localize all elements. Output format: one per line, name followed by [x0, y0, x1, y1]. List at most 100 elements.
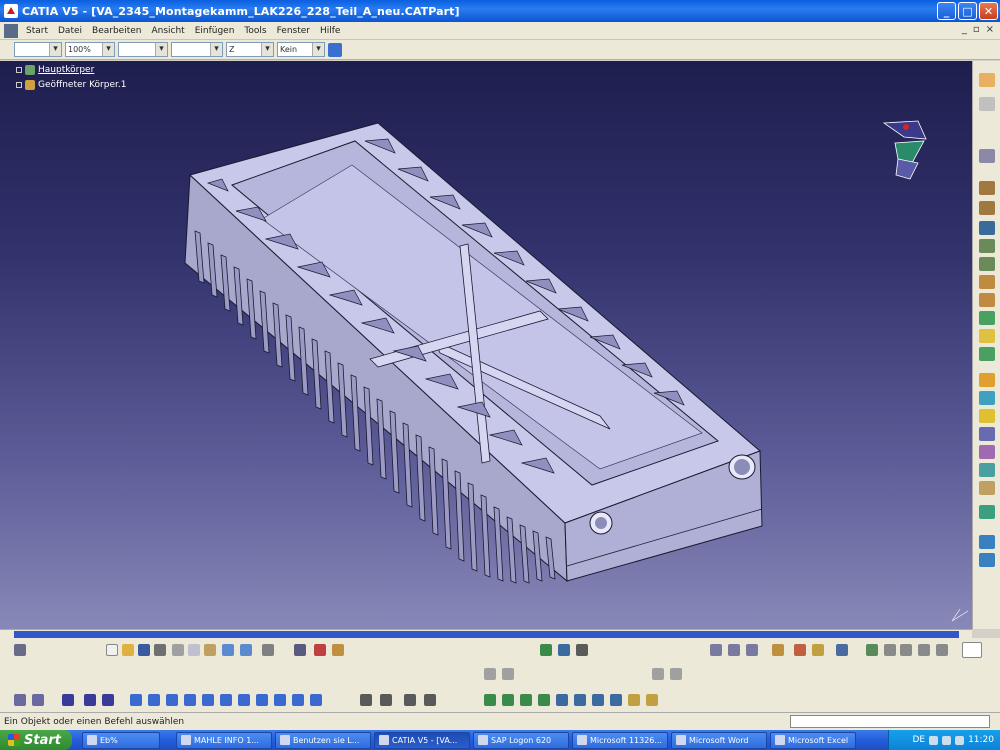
constraint-icon[interactable] — [866, 644, 878, 656]
stop-update-icon[interactable] — [314, 644, 326, 656]
new-file-icon[interactable] — [106, 644, 118, 656]
close-button[interactable]: ✕ — [979, 2, 998, 20]
menu-start[interactable]: Start — [21, 26, 53, 36]
swap-visible-icon[interactable] — [502, 668, 514, 680]
antivirus-icon[interactable] — [955, 735, 965, 745]
tree-expand-icon[interactable] — [16, 66, 22, 73]
paste-icon[interactable] — [204, 644, 216, 656]
taskbar-item-excel[interactable]: Microsoft Excel — [770, 731, 856, 749]
select-arrow-icon[interactable] — [979, 73, 995, 87]
dimension-icon[interactable] — [884, 644, 896, 656]
catia-logo-icon[interactable] — [962, 642, 982, 658]
grid-icon[interactable] — [576, 644, 588, 656]
rotate-icon[interactable] — [102, 694, 114, 706]
layer-combo[interactable]: Z — [226, 42, 274, 57]
anchor-icon[interactable] — [900, 644, 912, 656]
taskbar-item-benutzen[interactable]: Benutzen sie L... — [275, 731, 371, 749]
wireframe-ws-icon[interactable] — [520, 694, 532, 706]
thickness-combo[interactable] — [171, 42, 223, 57]
external-icon[interactable] — [332, 644, 344, 656]
analysis-ws-icon[interactable] — [574, 694, 586, 706]
groove-icon[interactable] — [979, 257, 995, 271]
pad-icon[interactable] — [979, 201, 995, 215]
zoom-combo[interactable]: 100% — [65, 42, 115, 57]
sketcher-ws-icon[interactable] — [502, 694, 514, 706]
compass-icon[interactable] — [882, 120, 927, 180]
menu-hilfe[interactable]: Hilfe — [315, 26, 345, 36]
render-ws-icon[interactable] — [628, 694, 640, 706]
font-combo[interactable] — [14, 42, 62, 57]
properties-icon[interactable] — [328, 42, 342, 57]
taskbar-item-sap[interactable]: SAP Logon 620 — [473, 731, 569, 749]
plane-icon[interactable] — [746, 644, 758, 656]
point-icon[interactable] — [710, 644, 722, 656]
hole-icon[interactable] — [979, 275, 995, 289]
copy-icon[interactable] — [188, 644, 200, 656]
doc-restore-icon[interactable]: ▫ — [973, 24, 980, 35]
doc-close-icon[interactable]: × — [986, 24, 994, 35]
apply-material-icon[interactable] — [836, 644, 848, 656]
kinematics-ws-icon[interactable] — [610, 694, 622, 706]
horizontal-scrollbar[interactable] — [0, 629, 972, 638]
chamfer-icon[interactable] — [979, 347, 995, 361]
hide-show-icon[interactable] — [484, 668, 496, 680]
maximize-button[interactable]: □ — [958, 2, 977, 20]
add-body-icon[interactable] — [979, 553, 995, 567]
shell-icon[interactable] — [979, 391, 995, 405]
draft-icon[interactable] — [979, 373, 995, 387]
menu-einfuegen[interactable]: Einfügen — [190, 26, 240, 36]
sketch-plane-icon[interactable] — [558, 644, 570, 656]
menu-ansicht[interactable]: Ansicht — [146, 26, 189, 36]
shading-edges-icon[interactable] — [380, 694, 392, 706]
query-icon[interactable] — [979, 97, 995, 111]
menu-bearbeiten[interactable]: Bearbeiten — [87, 26, 146, 36]
whats-this-icon[interactable] — [262, 644, 274, 656]
tree-node-geoeffneter-koerper[interactable]: Geöffneter Körper.1 — [16, 77, 126, 92]
top-view-icon[interactable] — [220, 694, 232, 706]
update-icon[interactable] — [294, 644, 306, 656]
sketch-icon[interactable] — [979, 181, 995, 195]
tree-expand-icon[interactable] — [16, 81, 22, 88]
menu-datei[interactable]: Datei — [53, 26, 87, 36]
thread-icon[interactable] — [979, 427, 995, 441]
shaft-icon[interactable] — [979, 239, 995, 253]
taskbar-item-word[interactable]: Microsoft Word — [671, 731, 767, 749]
taskbar-item-mahle[interactable]: MAHLE INFO 1... — [176, 731, 272, 749]
formula-icon[interactable] — [14, 694, 26, 706]
back-view-icon[interactable] — [292, 694, 304, 706]
thickness-icon[interactable] — [979, 409, 995, 423]
pocket-icon[interactable] — [979, 221, 995, 235]
fillet-icon[interactable] — [979, 329, 995, 343]
zoom-in-icon[interactable] — [130, 694, 142, 706]
slot-icon[interactable] — [979, 311, 995, 325]
scrollbar-thumb[interactable] — [14, 631, 959, 638]
3d-viewport[interactable] — [0, 61, 972, 629]
pattern-combo[interactable]: Kein — [277, 42, 325, 57]
clock[interactable]: 11:20 — [968, 735, 994, 745]
sketcher-icon[interactable] — [540, 644, 552, 656]
analysis-icon[interactable] — [772, 644, 784, 656]
print-icon[interactable] — [14, 644, 26, 656]
right-view-icon[interactable] — [256, 694, 268, 706]
minimize-button[interactable]: _ — [937, 2, 956, 20]
volume-icon[interactable] — [942, 735, 952, 745]
measure-icon[interactable] — [979, 149, 995, 163]
tree-node-hauptkoerper[interactable]: Hauptkörper — [16, 62, 126, 77]
start-button[interactable]: Start — [0, 730, 72, 750]
network-icon[interactable] — [929, 735, 939, 745]
draft-analysis-icon[interactable] — [794, 644, 806, 656]
menu-tools[interactable]: Tools — [239, 26, 271, 36]
command-input[interactable] — [790, 715, 990, 728]
assembly-ws-icon[interactable] — [538, 694, 550, 706]
part-design-icon[interactable] — [484, 694, 496, 706]
zoom-out-icon[interactable] — [148, 694, 160, 706]
open-file-icon[interactable] — [122, 644, 134, 656]
drafting-ws-icon[interactable] — [556, 694, 568, 706]
normal-view-icon[interactable] — [166, 694, 178, 706]
materials-icon[interactable] — [424, 694, 436, 706]
redo-icon[interactable] — [240, 644, 252, 656]
taskbar-item-catia[interactable]: CATIA V5 - [VA... — [374, 731, 470, 749]
language-indicator[interactable]: DE — [912, 735, 925, 745]
print-quick-icon[interactable] — [154, 644, 166, 656]
front-view-icon[interactable] — [202, 694, 214, 706]
